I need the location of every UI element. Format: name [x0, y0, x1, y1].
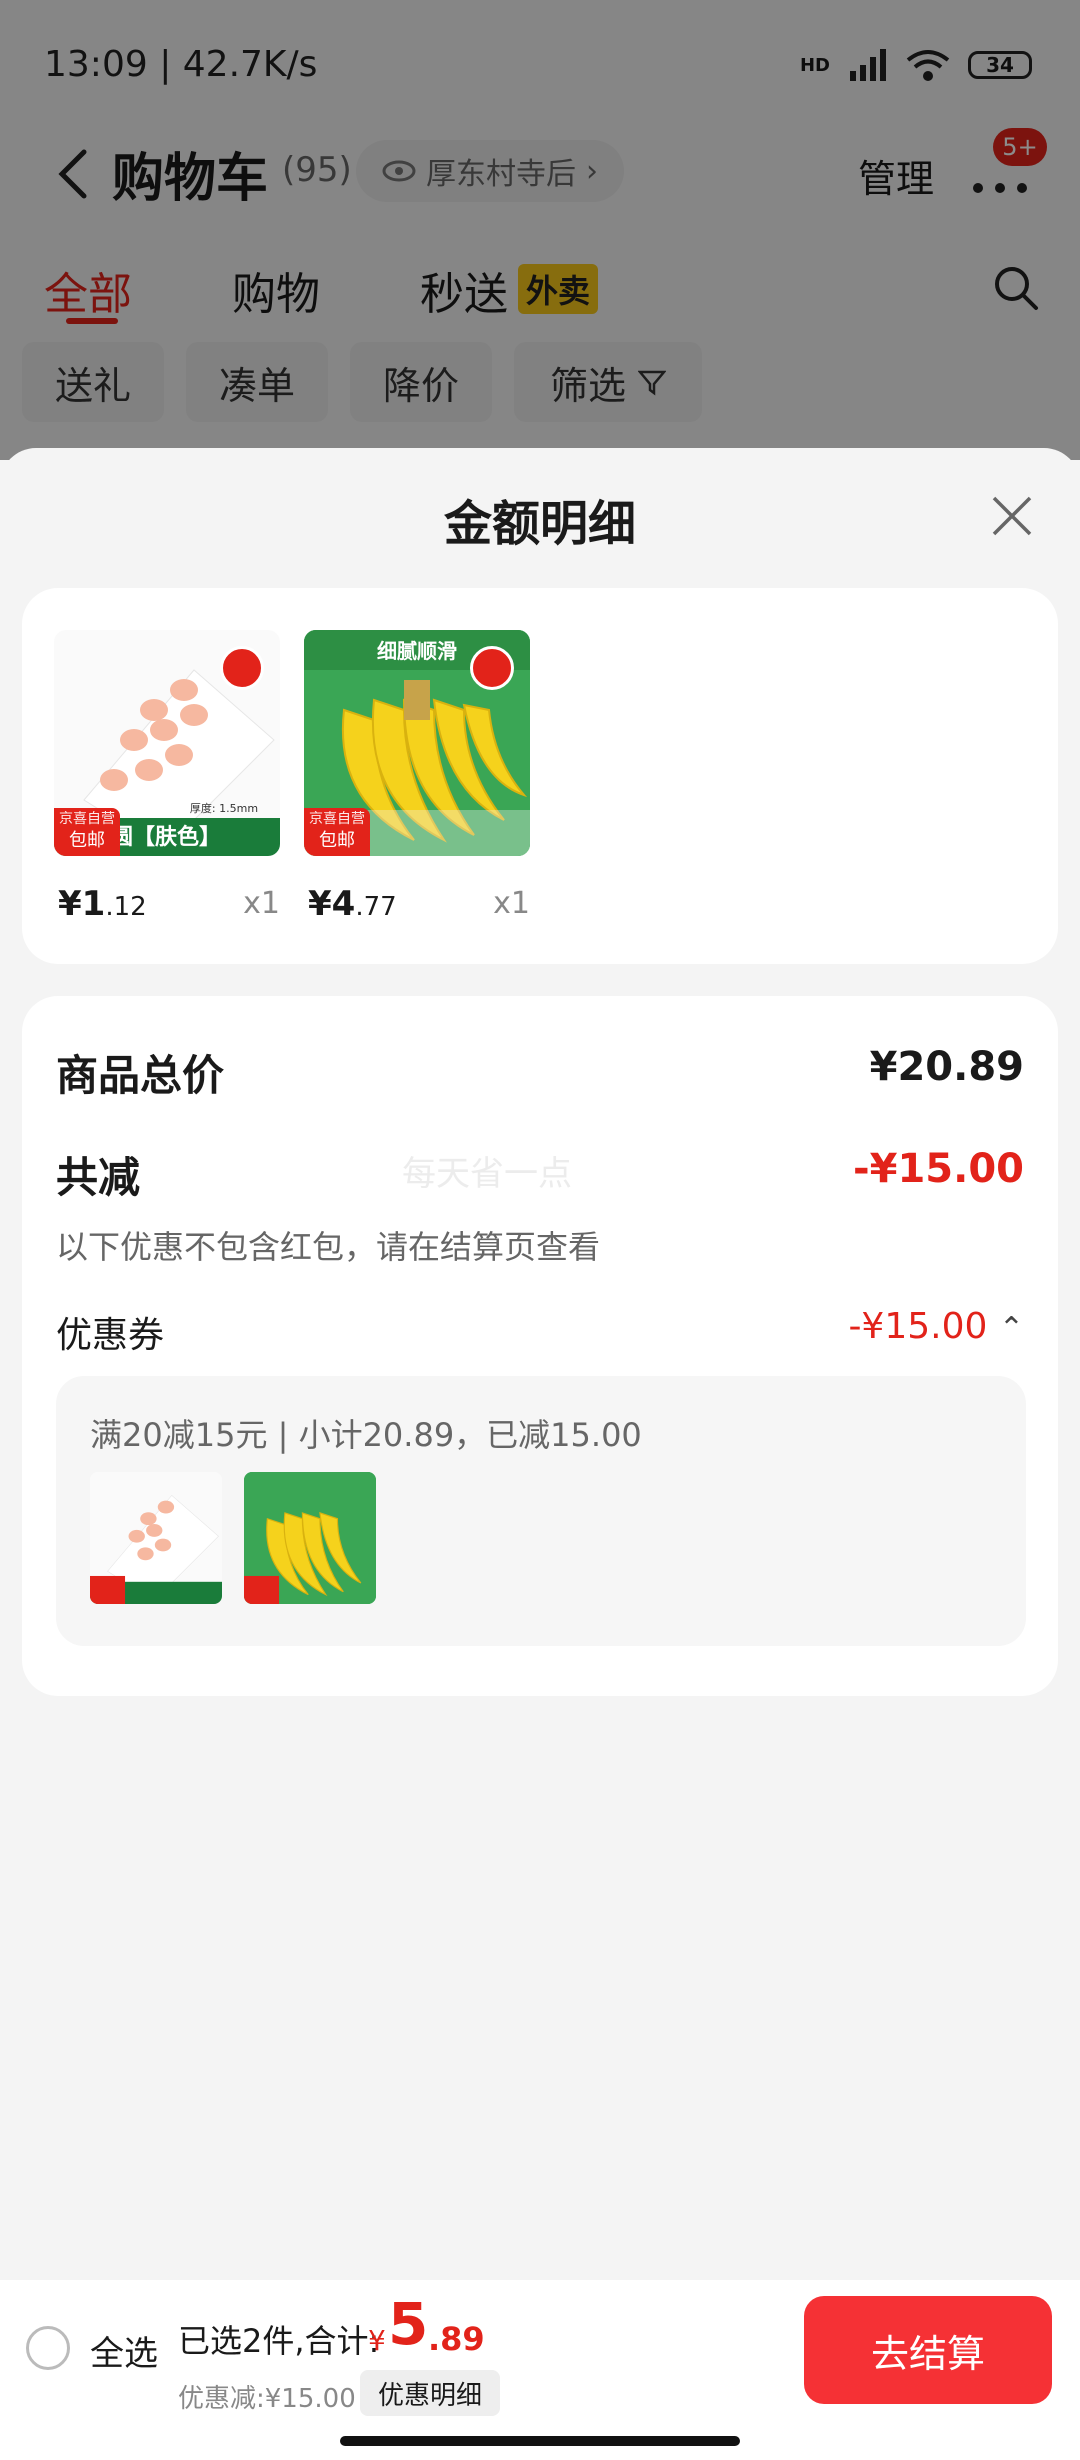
- banana-thumb-image: [244, 1472, 376, 1604]
- total-price-label: 商品总价: [56, 1051, 225, 1100]
- price-main: ¥4: [308, 884, 356, 924]
- sheet-title: 金额明细: [443, 496, 636, 552]
- pads-image-subtext: 厚度: 1.5mm: [190, 801, 258, 815]
- coupon-product-thumb-pads: [90, 1472, 222, 1604]
- pads-thumb-image: [90, 1472, 222, 1604]
- reduce-label: 共减: [56, 1153, 141, 1202]
- chevron-up-icon: ⌃: [998, 1311, 1024, 1346]
- selected-summary: 已选2件,合计:: [178, 2322, 380, 2360]
- discount-detail-button[interactable]: 优惠明细: [360, 2370, 501, 2416]
- amount-detail-sheet: 金额明细 圆【肤色】 厚度: 1.5mm 京喜自营 包邮 ¥1.12 x1 细腻…: [0, 448, 1080, 2460]
- coupon-detail-box: 满20减15元 | 小计20.89，已减15.00: [56, 1376, 1026, 1646]
- reduce-value: -¥15.00: [853, 1146, 1024, 1192]
- select-all-label[interactable]: 全选: [90, 2326, 158, 2375]
- discount-summary: 优惠减:¥15.00: [178, 2384, 356, 2414]
- shipping-tag-top: 京喜自营: [59, 811, 115, 827]
- shipping-tag-bottom: 包邮: [319, 830, 355, 851]
- product-image-pads: 圆【肤色】 厚度: 1.5mm 京喜自营 包邮: [54, 630, 280, 856]
- total-currency: ¥: [368, 2324, 386, 2357]
- coupon-product-thumb-banana: [244, 1472, 376, 1604]
- cart-page-background: 13:09 | 42.7K/s HD 34 购物车 (95) 厚东村寺后 › 管…: [0, 0, 1080, 460]
- price-decimal: .77: [355, 892, 397, 922]
- pads-image-text: 圆【肤色】: [111, 824, 221, 850]
- coupon-toggle[interactable]: -¥15.00 ⌃: [848, 1306, 1024, 1347]
- selected-check-icon[interactable]: [470, 646, 514, 690]
- coupon-description: 满20减15元 | 小计20.89，已减15.00: [90, 1416, 642, 1454]
- selected-check-icon[interactable]: [220, 646, 264, 690]
- product-qty: x1: [243, 886, 280, 921]
- product-item[interactable]: 圆【肤色】 厚度: 1.5mm 京喜自营 包邮 ¥1.12 x1: [54, 630, 280, 924]
- banana-image-text: 细腻顺滑: [377, 639, 457, 663]
- discount-note: 以下优惠不包含红包，请在结算页查看: [56, 1228, 601, 1266]
- total-amount-int: 5: [388, 2290, 429, 2358]
- product-image-banana: 细腻顺滑 京喜自营 包邮: [304, 630, 530, 856]
- checkout-bar: 全选 已选2件,合计: ¥ 5 .89 优惠减:¥15.00 优惠明细 去结算: [0, 2280, 1080, 2460]
- close-icon[interactable]: [988, 492, 1036, 540]
- price-main: ¥1: [58, 884, 106, 924]
- select-all-radio[interactable]: [26, 2326, 70, 2370]
- product-item[interactable]: 细腻顺滑 京喜自营 包邮 ¥4.77 x1: [304, 630, 530, 924]
- home-indicator[interactable]: [340, 2436, 740, 2446]
- coupon-label: 优惠券: [56, 1315, 165, 1356]
- shipping-tag-bottom: 包邮: [69, 830, 105, 851]
- shipping-tag-top: 京喜自营: [309, 811, 365, 827]
- product-qty: x1: [493, 886, 530, 921]
- products-card: 圆【肤色】 厚度: 1.5mm 京喜自营 包邮 ¥1.12 x1 细腻顺滑 京喜…: [22, 588, 1058, 964]
- coupon-value: -¥15.00: [848, 1306, 988, 1347]
- checkout-button[interactable]: 去结算: [804, 2296, 1052, 2404]
- price-decimal: .12: [105, 892, 147, 922]
- product-price: ¥4.77: [308, 884, 397, 924]
- total-price-value: ¥20.89: [869, 1044, 1024, 1090]
- total-amount-dec: .89: [428, 2320, 485, 2358]
- dim-overlay[interactable]: [0, 0, 1080, 460]
- product-price: ¥1.12: [58, 884, 147, 924]
- watermark-text: 每天省一点: [402, 1154, 572, 1194]
- shipping-tag: 京喜自营 包邮: [304, 808, 370, 856]
- shipping-tag: 京喜自营 包邮: [54, 808, 120, 856]
- price-detail-card: 商品总价 ¥20.89 每天省一点 共减 -¥15.00 以下优惠不包含红包，请…: [22, 996, 1058, 1696]
